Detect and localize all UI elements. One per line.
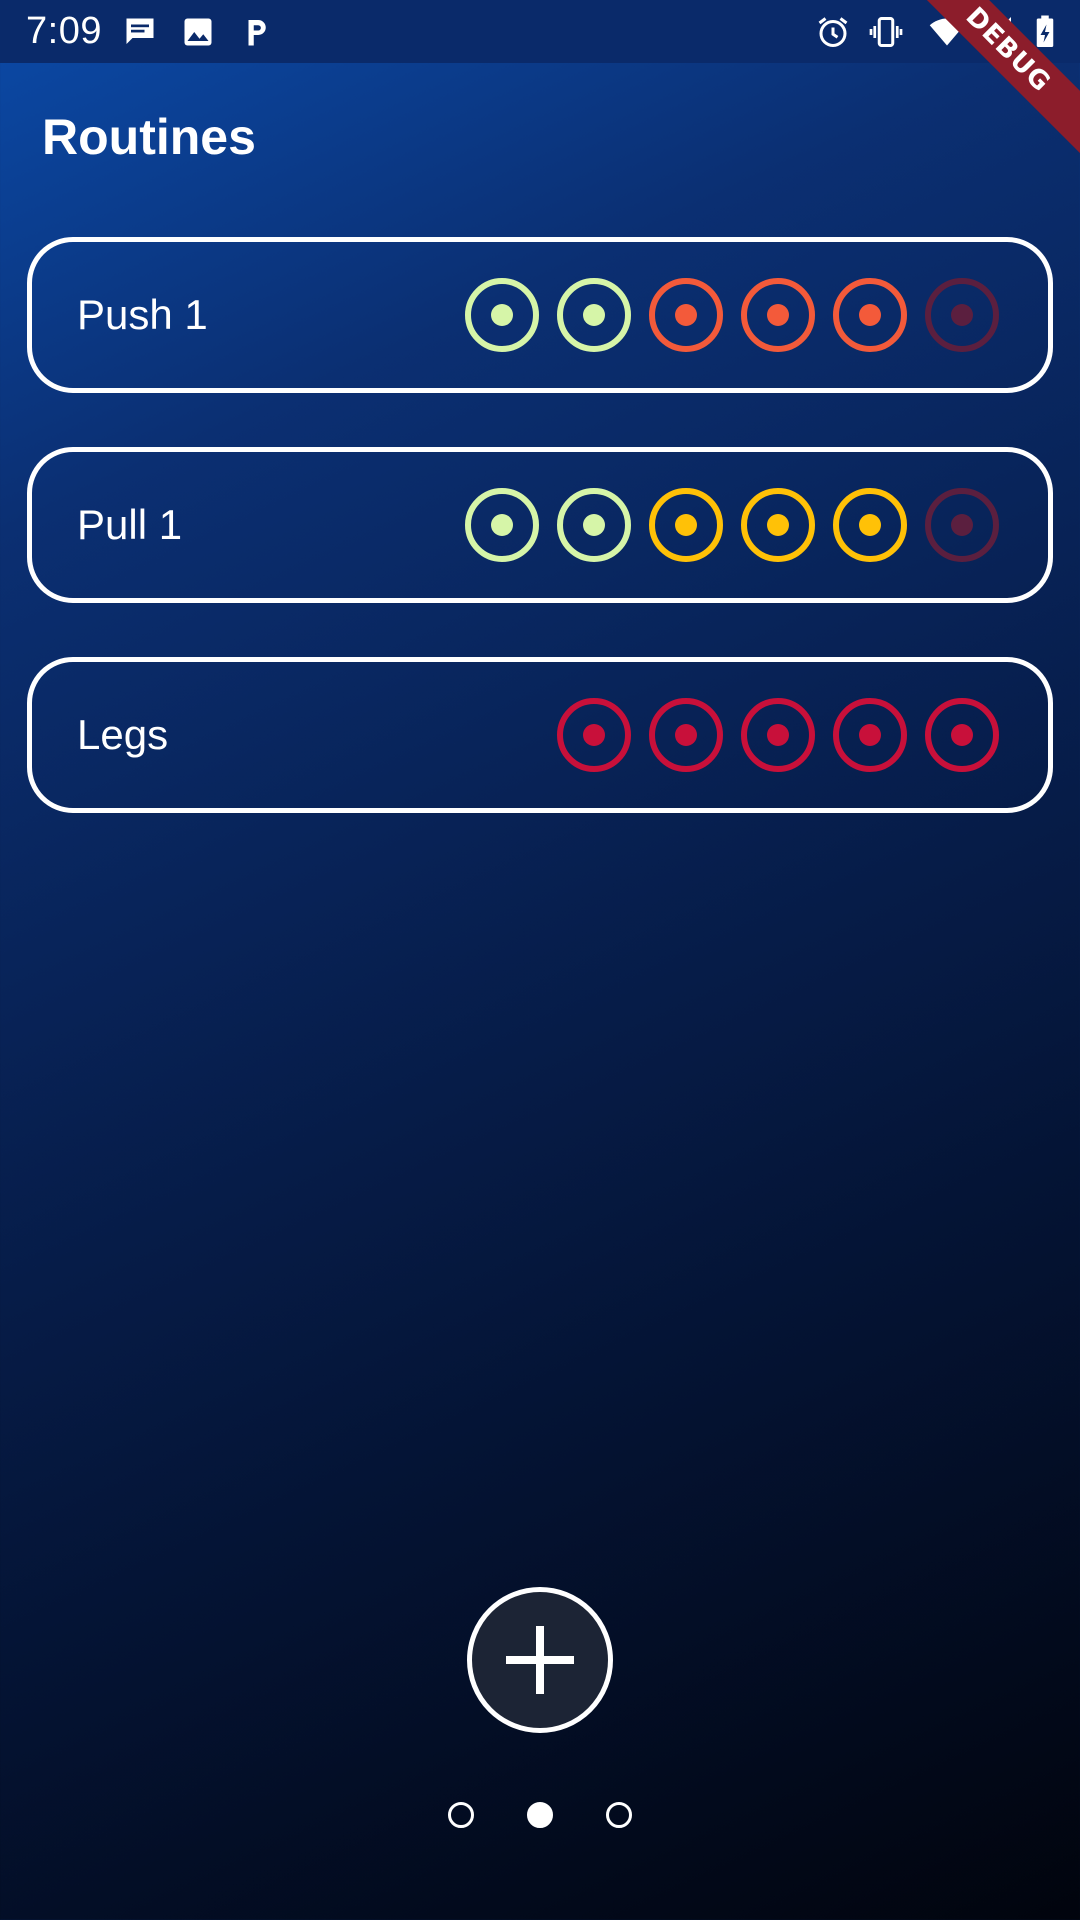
set-indicator-5 (833, 278, 907, 352)
set-indicator-6 (925, 488, 999, 562)
page-dot[interactable] (448, 1802, 474, 1828)
routine-name: Push 1 (77, 291, 208, 338)
status-bar: 7:09 (0, 0, 1080, 63)
routine-card-pull-1[interactable]: Pull 1 (27, 447, 1053, 603)
set-indicator-2 (557, 278, 631, 352)
set-indicators (556, 662, 1000, 808)
set-indicator-1 (557, 698, 631, 772)
set-indicator-5 (833, 488, 907, 562)
set-indicator-1 (465, 278, 539, 352)
set-indicator-4 (833, 698, 907, 772)
page-title: Routines (42, 109, 256, 165)
message-icon (126, 18, 154, 44)
routine-card-legs[interactable]: Legs (27, 657, 1053, 813)
plus-icon (506, 1626, 574, 1694)
set-indicator-4 (741, 488, 815, 562)
set-indicator-3 (741, 698, 815, 772)
set-indicators (464, 452, 1000, 598)
vibrate-icon (869, 17, 903, 47)
routine-card-push-1[interactable]: Push 1 (27, 237, 1053, 393)
status-time: 7:09 (26, 10, 102, 52)
page-dot-active[interactable] (527, 1802, 553, 1828)
routine-name: Pull 1 (77, 501, 183, 548)
set-indicator-6 (925, 278, 999, 352)
page-dot[interactable] (606, 1802, 632, 1828)
set-indicator-5 (925, 698, 999, 772)
set-indicator-4 (741, 278, 815, 352)
image-icon (184, 18, 212, 46)
alarm-icon (818, 17, 848, 47)
set-indicator-3 (649, 278, 723, 352)
add-routine-button[interactable] (467, 1587, 613, 1733)
set-indicator-2 (649, 698, 723, 772)
set-indicator-2 (557, 488, 631, 562)
set-indicator-1 (465, 488, 539, 562)
set-indicator-3 (649, 488, 723, 562)
set-indicators (464, 242, 1000, 388)
parking-icon (248, 20, 266, 46)
page-indicator (0, 1800, 1080, 1830)
routine-name: Legs (77, 711, 169, 758)
